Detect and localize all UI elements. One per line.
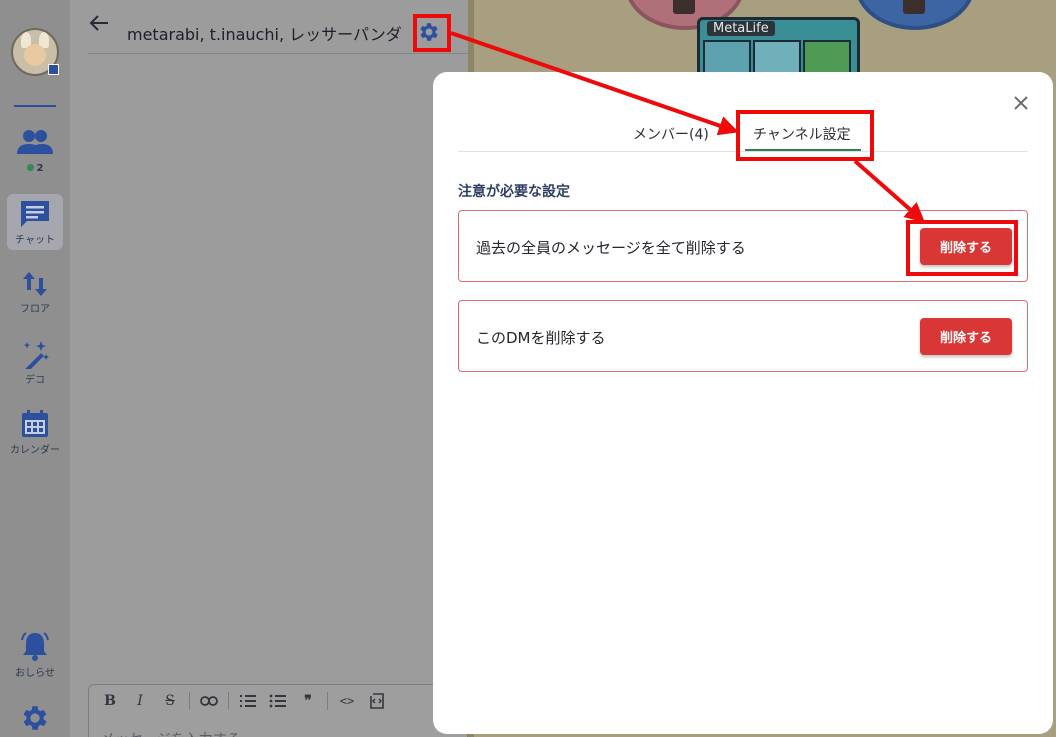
sidebar-item-notifications[interactable]: おしらせ (0, 630, 70, 679)
annotation-box-gear (413, 14, 451, 52)
quote-button[interactable]: ❞ (297, 690, 319, 712)
message-composer[interactable]: B I S ❞ <> メッセージを入力する (88, 684, 468, 737)
avatar-status-badge (48, 64, 59, 75)
sidebar-divider (14, 105, 56, 107)
back-arrow-icon[interactable] (88, 12, 110, 34)
tab-members[interactable]: メンバー(4) (633, 124, 709, 144)
ordered-list-button[interactable] (237, 690, 259, 712)
strikethrough-button[interactable]: S (159, 690, 181, 712)
italic-button[interactable]: I (129, 690, 151, 712)
chat-icon (21, 201, 49, 227)
message-input[interactable]: メッセージを入力する (101, 729, 241, 737)
code-block-button[interactable] (366, 690, 388, 712)
gear-icon (23, 706, 47, 730)
toolbar-separator (228, 692, 229, 710)
link-icon (200, 696, 218, 706)
formatting-toolbar: B I S ❞ <> (89, 685, 467, 717)
sidebar-item-settings[interactable] (0, 702, 70, 734)
delete-dm-button[interactable]: 削除する (920, 318, 1012, 355)
setting-label: 過去の全員のメッセージを全て削除する (476, 239, 746, 257)
sidebar-item-calendar[interactable]: カレンダー (0, 409, 70, 456)
chair (903, 0, 925, 14)
magic-wand-icon (23, 341, 49, 369)
chair (673, 0, 695, 14)
link-button[interactable] (198, 690, 220, 712)
calendar-icon (22, 410, 48, 437)
delete-dm-row: このDMを削除する 削除する (458, 300, 1028, 372)
bullet-list-icon (269, 694, 286, 708)
sidebar-item-members[interactable]: 2 (0, 128, 70, 175)
chat-panel: metarabi, t.inauchi, レッサーパンダ B I S ❞ <> (70, 0, 468, 737)
annotation-box-delete-button (906, 220, 1018, 276)
toolbar-separator (189, 692, 190, 710)
channel-settings-modal: メンバー(4) チャンネル設定 注意が必要な設定 過去の全員のメッセージを全て削… (433, 72, 1053, 734)
annotation-box-settings-tab (736, 110, 874, 161)
ordered-list-icon (240, 695, 256, 707)
section-title: 注意が必要な設定 (458, 184, 570, 200)
people-icon (17, 130, 53, 154)
bell-icon (21, 632, 49, 661)
bullet-list-button[interactable] (267, 690, 289, 712)
sidebar-item-chat[interactable]: チャット (0, 199, 70, 246)
left-sidebar: 2 チャット フロア デコ カレンダー おしらせ (0, 0, 70, 737)
toolbar-separator (327, 692, 328, 710)
online-count: 2 (26, 163, 43, 174)
close-icon[interactable] (1011, 93, 1031, 113)
setting-label: このDMを削除する (476, 329, 606, 347)
sidebar-item-floor[interactable]: フロア (0, 270, 70, 315)
chat-header-divider (88, 53, 468, 54)
sidebar-item-deco[interactable]: デコ (0, 339, 70, 386)
sign-label: MetaLife (707, 21, 775, 36)
bold-button[interactable]: B (99, 690, 121, 712)
code-button[interactable]: <> (336, 690, 358, 712)
chat-title: metarabi, t.inauchi, レッサーパンダ (127, 25, 402, 44)
floor-arrows-icon (23, 272, 47, 296)
code-block-icon (370, 693, 384, 709)
